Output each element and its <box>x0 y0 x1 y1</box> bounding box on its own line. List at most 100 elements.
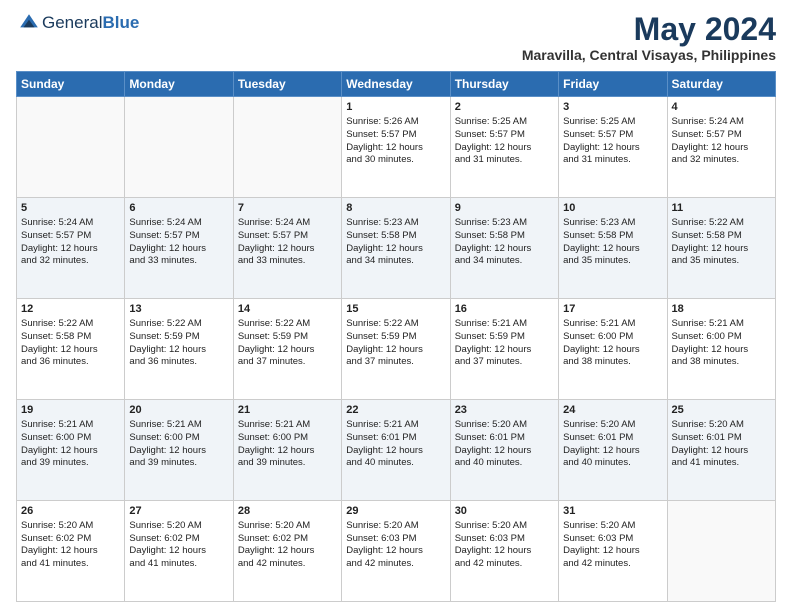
calendar-cell <box>233 97 341 198</box>
day-info: and 32 minutes. <box>21 255 120 268</box>
day-info: Daylight: 12 hours <box>346 344 445 357</box>
day-info: Sunset: 6:01 PM <box>346 432 445 445</box>
calendar-cell: 15Sunrise: 5:22 AMSunset: 5:59 PMDayligh… <box>342 299 450 400</box>
day-info: Daylight: 12 hours <box>346 445 445 458</box>
day-number: 17 <box>563 302 662 317</box>
calendar-cell: 5Sunrise: 5:24 AMSunset: 5:57 PMDaylight… <box>17 198 125 299</box>
day-number: 21 <box>238 403 337 418</box>
day-number: 23 <box>455 403 554 418</box>
calendar-cell: 11Sunrise: 5:22 AMSunset: 5:58 PMDayligh… <box>667 198 775 299</box>
day-info: and 42 minutes. <box>455 558 554 571</box>
day-number: 12 <box>21 302 120 317</box>
day-info: and 37 minutes. <box>455 356 554 369</box>
weekday-header: Tuesday <box>233 72 341 97</box>
calendar-cell: 29Sunrise: 5:20 AMSunset: 6:03 PMDayligh… <box>342 501 450 602</box>
weekday-header: Monday <box>125 72 233 97</box>
day-info: and 32 minutes. <box>672 154 771 167</box>
day-info: Sunset: 6:00 PM <box>129 432 228 445</box>
day-info: Daylight: 12 hours <box>563 445 662 458</box>
day-info: and 35 minutes. <box>672 255 771 268</box>
calendar-cell <box>667 501 775 602</box>
subtitle: Maravilla, Central Visayas, Philippines <box>522 47 776 63</box>
day-info: Daylight: 12 hours <box>563 545 662 558</box>
day-info: Sunset: 5:57 PM <box>346 129 445 142</box>
calendar-cell: 8Sunrise: 5:23 AMSunset: 5:58 PMDaylight… <box>342 198 450 299</box>
day-info: and 40 minutes. <box>455 457 554 470</box>
day-info: and 41 minutes. <box>129 558 228 571</box>
calendar-cell: 27Sunrise: 5:20 AMSunset: 6:02 PMDayligh… <box>125 501 233 602</box>
day-info: Sunset: 5:58 PM <box>346 230 445 243</box>
day-info: and 42 minutes. <box>346 558 445 571</box>
day-info: Sunrise: 5:22 AM <box>346 318 445 331</box>
day-info: Sunset: 6:02 PM <box>238 533 337 546</box>
day-info: and 36 minutes. <box>129 356 228 369</box>
day-number: 13 <box>129 302 228 317</box>
day-number: 29 <box>346 504 445 519</box>
day-info: Sunset: 5:59 PM <box>238 331 337 344</box>
day-info: Sunrise: 5:23 AM <box>563 217 662 230</box>
calendar-header-row: SundayMondayTuesdayWednesdayThursdayFrid… <box>17 72 776 97</box>
day-info: Sunset: 6:00 PM <box>563 331 662 344</box>
day-info: Sunrise: 5:22 AM <box>129 318 228 331</box>
day-info: Sunset: 5:57 PM <box>455 129 554 142</box>
calendar-cell: 4Sunrise: 5:24 AMSunset: 5:57 PMDaylight… <box>667 97 775 198</box>
calendar-cell: 14Sunrise: 5:22 AMSunset: 5:59 PMDayligh… <box>233 299 341 400</box>
day-number: 25 <box>672 403 771 418</box>
day-info: Sunset: 5:59 PM <box>346 331 445 344</box>
day-number: 2 <box>455 100 554 115</box>
weekday-header: Wednesday <box>342 72 450 97</box>
day-info: Sunrise: 5:20 AM <box>563 419 662 432</box>
day-info: Daylight: 12 hours <box>672 445 771 458</box>
day-number: 22 <box>346 403 445 418</box>
day-info: and 41 minutes. <box>672 457 771 470</box>
calendar-week-row: 12Sunrise: 5:22 AMSunset: 5:58 PMDayligh… <box>17 299 776 400</box>
day-number: 1 <box>346 100 445 115</box>
day-info: Daylight: 12 hours <box>21 243 120 256</box>
day-info: Daylight: 12 hours <box>238 243 337 256</box>
day-number: 8 <box>346 201 445 216</box>
day-info: Daylight: 12 hours <box>238 344 337 357</box>
day-info: Sunrise: 5:20 AM <box>21 520 120 533</box>
day-info: Sunset: 5:59 PM <box>455 331 554 344</box>
day-info: Sunset: 5:58 PM <box>672 230 771 243</box>
logo-text: GeneralBlue <box>42 13 139 33</box>
day-number: 26 <box>21 504 120 519</box>
header: GeneralBlue May 2024 Maravilla, Central … <box>16 12 776 63</box>
day-info: and 40 minutes. <box>346 457 445 470</box>
calendar-cell <box>17 97 125 198</box>
day-info: Sunset: 6:02 PM <box>129 533 228 546</box>
day-info: Sunrise: 5:22 AM <box>238 318 337 331</box>
day-info: Daylight: 12 hours <box>455 243 554 256</box>
calendar-cell: 2Sunrise: 5:25 AMSunset: 5:57 PMDaylight… <box>450 97 558 198</box>
day-info: and 39 minutes. <box>129 457 228 470</box>
day-info: Sunset: 5:57 PM <box>563 129 662 142</box>
day-info: Sunrise: 5:21 AM <box>672 318 771 331</box>
day-info: Daylight: 12 hours <box>238 445 337 458</box>
day-number: 30 <box>455 504 554 519</box>
day-info: Sunrise: 5:25 AM <box>455 116 554 129</box>
calendar-cell: 3Sunrise: 5:25 AMSunset: 5:57 PMDaylight… <box>559 97 667 198</box>
day-info: Daylight: 12 hours <box>129 545 228 558</box>
calendar-cell: 19Sunrise: 5:21 AMSunset: 6:00 PMDayligh… <box>17 400 125 501</box>
weekday-header: Friday <box>559 72 667 97</box>
calendar-cell: 24Sunrise: 5:20 AMSunset: 6:01 PMDayligh… <box>559 400 667 501</box>
calendar-cell: 13Sunrise: 5:22 AMSunset: 5:59 PMDayligh… <box>125 299 233 400</box>
calendar-cell: 21Sunrise: 5:21 AMSunset: 6:00 PMDayligh… <box>233 400 341 501</box>
day-info: and 30 minutes. <box>346 154 445 167</box>
calendar-cell: 31Sunrise: 5:20 AMSunset: 6:03 PMDayligh… <box>559 501 667 602</box>
day-number: 27 <box>129 504 228 519</box>
day-info: Daylight: 12 hours <box>129 243 228 256</box>
day-info: Sunrise: 5:25 AM <box>563 116 662 129</box>
day-info: Sunset: 5:58 PM <box>455 230 554 243</box>
calendar-week-row: 26Sunrise: 5:20 AMSunset: 6:02 PMDayligh… <box>17 501 776 602</box>
day-info: Sunrise: 5:26 AM <box>346 116 445 129</box>
day-info: Sunset: 5:57 PM <box>238 230 337 243</box>
calendar-week-row: 1Sunrise: 5:26 AMSunset: 5:57 PMDaylight… <box>17 97 776 198</box>
day-info: and 36 minutes. <box>21 356 120 369</box>
day-number: 11 <box>672 201 771 216</box>
day-info: Sunset: 6:03 PM <box>563 533 662 546</box>
day-number: 24 <box>563 403 662 418</box>
day-info: Sunset: 6:01 PM <box>563 432 662 445</box>
calendar-week-row: 5Sunrise: 5:24 AMSunset: 5:57 PMDaylight… <box>17 198 776 299</box>
day-info: Daylight: 12 hours <box>238 545 337 558</box>
